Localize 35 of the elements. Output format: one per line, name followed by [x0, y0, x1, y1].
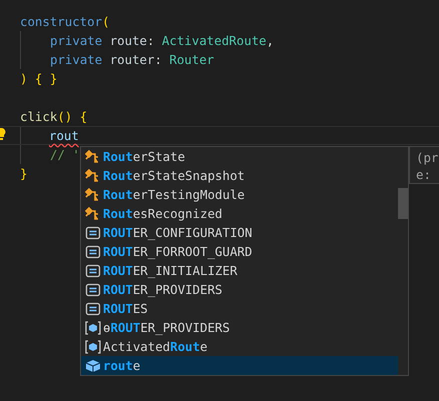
module-icon	[85, 338, 101, 354]
code-line: private route: ActivatedRoute,	[50, 32, 274, 50]
variable-icon	[85, 358, 101, 374]
class-icon	[85, 186, 101, 202]
detail-text: e:	[416, 166, 432, 183]
code-line: ) { }	[20, 71, 58, 86]
suggestion-item[interactable]: ROUTER_INITIALIZER	[81, 261, 398, 280]
suggestion-item[interactable]: ROUTER_CONFIGURATION	[81, 223, 398, 242]
suggestion-item[interactable]: RouterState	[81, 147, 398, 166]
suggestion-item[interactable]: ActivatedRoute	[81, 337, 398, 356]
detail-text: (pr	[416, 149, 439, 166]
code-line: constructor(	[20, 14, 110, 29]
constant-icon	[85, 244, 101, 260]
suggestion-item[interactable]: RouterTestingModule	[81, 185, 398, 204]
constant-icon	[85, 224, 101, 240]
constant-icon	[85, 282, 101, 298]
class-icon	[85, 206, 101, 222]
code-line: rout	[0, 126, 439, 145]
suggestion-item[interactable]: ROUTER_FORROOT_GUARD	[81, 242, 398, 261]
module-icon	[85, 320, 101, 336]
constant-icon	[85, 300, 101, 316]
code-line: // '	[50, 146, 80, 164]
suggestion-item[interactable]: ROUTER_PROVIDERS	[81, 280, 398, 299]
suggestion-item[interactable]: route	[81, 356, 398, 375]
code-line: }	[20, 166, 28, 181]
class-icon	[85, 148, 101, 164]
suggestion-item[interactable]: ɵROUTER_PROVIDERS	[81, 318, 398, 337]
scrollbar-thumb[interactable]	[398, 188, 408, 219]
code-line: click() {	[20, 109, 88, 124]
code-line: private router: Router	[50, 51, 214, 69]
constant-icon	[85, 262, 101, 278]
suggestion-item[interactable]: RouterStateSnapshot	[81, 166, 398, 185]
class-icon	[85, 168, 101, 184]
suggestion-item[interactable]: RoutesRecognized	[81, 204, 398, 223]
suggestion-item[interactable]: ROUTES	[81, 299, 398, 318]
